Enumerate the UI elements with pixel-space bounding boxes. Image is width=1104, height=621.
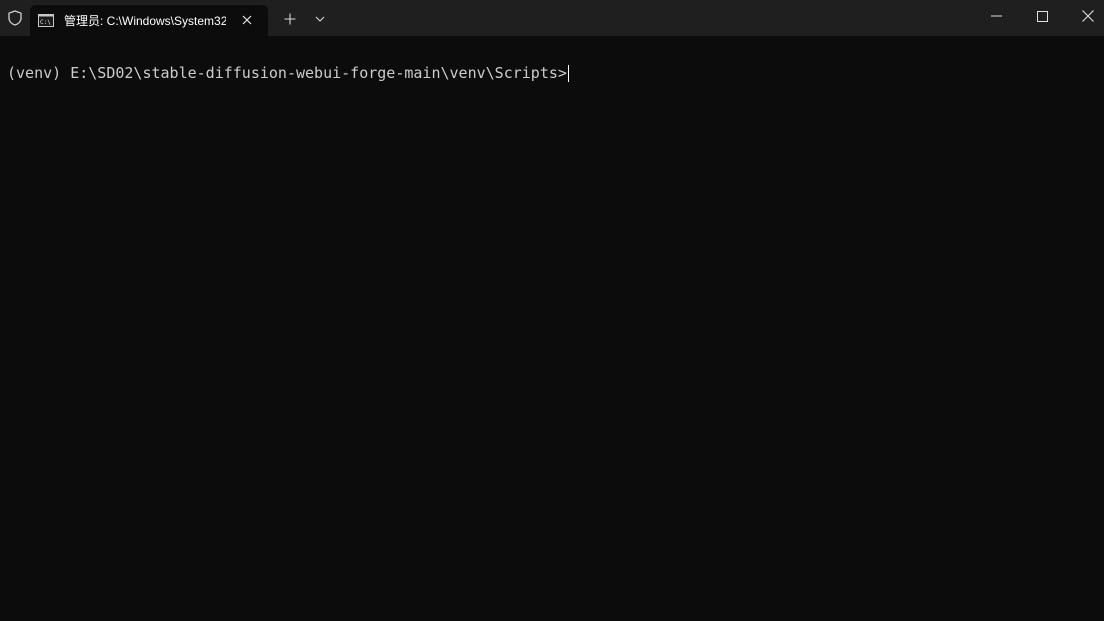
shield-icon	[0, 0, 30, 36]
close-icon	[1082, 10, 1094, 22]
close-window-button[interactable]	[1065, 0, 1104, 32]
tab-title: 管理员: C:\Windows\System32\cmd.exe	[64, 14, 226, 28]
text-cursor	[567, 64, 569, 82]
terminal-area[interactable]: (venv) E:\SD02\stable-diffusion-webui-fo…	[0, 36, 1104, 621]
command-prompt-line: (venv) E:\SD02\stable-diffusion-webui-fo…	[7, 64, 569, 82]
new-tab-button[interactable]	[279, 8, 301, 30]
maximize-button[interactable]	[1019, 0, 1065, 32]
tab-cmd[interactable]: C:\ 管理员: C:\Windows\System32\cmd.exe	[30, 5, 268, 36]
terminal-window: C:\ 管理员: C:\Windows\System32\cmd.exe	[0, 0, 1104, 621]
cmd-icon: C:\	[38, 14, 54, 28]
minimize-button[interactable]	[973, 0, 1019, 32]
plus-icon	[284, 13, 296, 25]
tab-dropdown-button[interactable]	[309, 8, 331, 30]
prompt-text: (venv) E:\SD02\stable-diffusion-webui-fo…	[7, 64, 567, 82]
title-bar[interactable]: C:\ 管理员: C:\Windows\System32\cmd.exe	[0, 0, 1104, 36]
maximize-icon	[1036, 10, 1048, 22]
chevron-down-icon	[315, 16, 325, 22]
close-icon[interactable]	[239, 12, 255, 28]
svg-text:C:\: C:\	[40, 19, 51, 26]
minimize-icon	[990, 15, 1002, 17]
